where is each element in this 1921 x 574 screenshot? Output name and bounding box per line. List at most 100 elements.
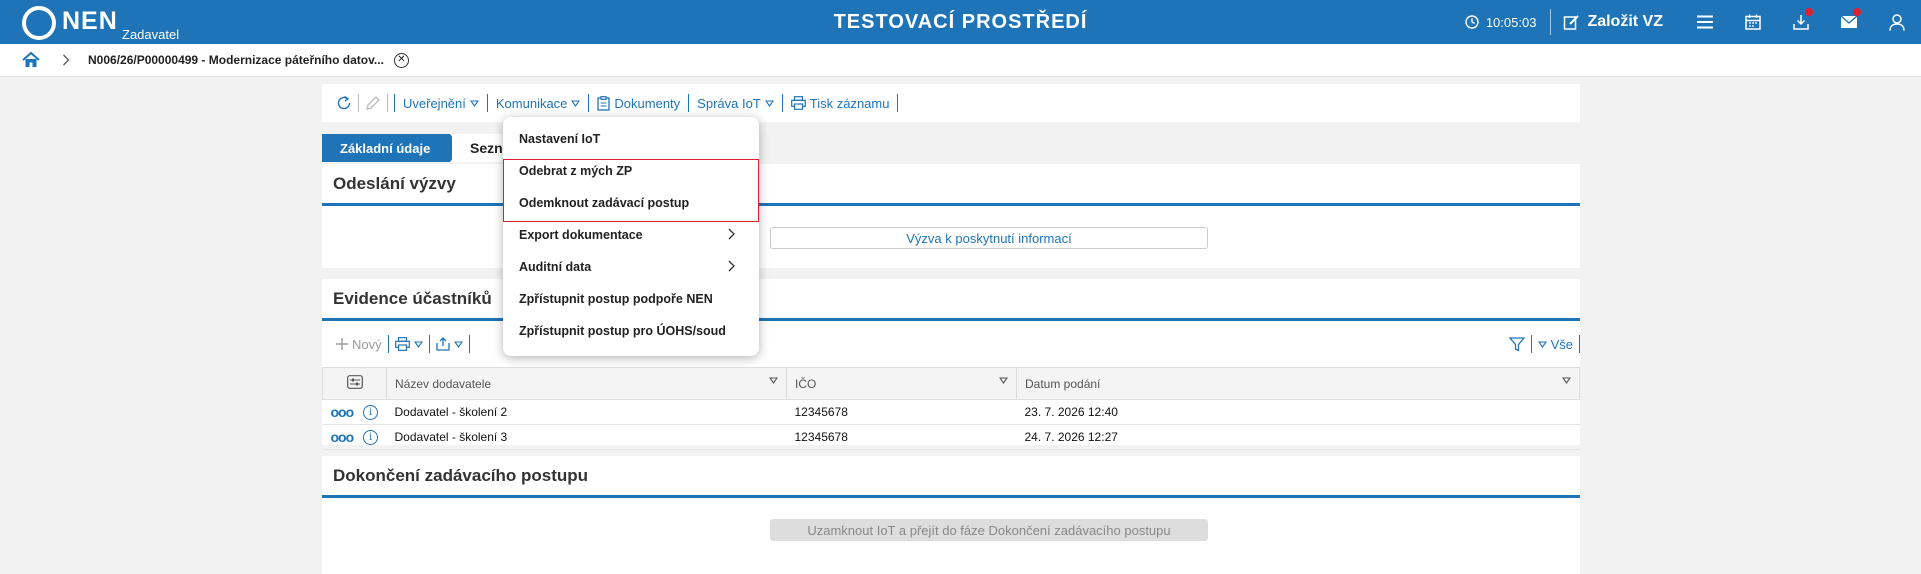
caret-down-icon xyxy=(571,99,581,107)
breadcrumb-current[interactable]: N006/26/P00000499 - Modernizace páteřníh… xyxy=(88,53,384,67)
tab-basic-info[interactable]: Základní údaje xyxy=(322,134,461,162)
messages-button[interactable] xyxy=(1825,0,1873,44)
logo-mark-icon xyxy=(22,6,56,40)
menu-item-remove-from-my-procedures[interactable]: Odebrat z mých ZP xyxy=(503,155,759,187)
row-actions: ooo i xyxy=(322,399,387,425)
header-actions: 10:05:03 Založit VZ xyxy=(1451,0,1921,44)
close-breadcrumb-button[interactable]: ✕ xyxy=(393,52,409,68)
calendar-button[interactable] xyxy=(1729,0,1777,44)
toolbar-divider xyxy=(897,94,899,112)
envelope-icon xyxy=(1840,15,1858,28)
create-tender-button[interactable]: Založit VZ xyxy=(1551,9,1681,35)
print-menu[interactable] xyxy=(389,337,429,351)
refresh-button[interactable] xyxy=(330,95,358,111)
filter-button[interactable] xyxy=(1503,336,1531,352)
participants-table: Název dodavatele IČO Datum podání ooo i … xyxy=(322,367,1580,450)
printer-icon xyxy=(790,96,806,110)
caret-down-icon xyxy=(1537,340,1547,348)
breadcrumb: N006/26/P00000499 - Modernizace páteřníh… xyxy=(0,44,1921,77)
filter-all-label: Vše xyxy=(1550,336,1573,352)
toolbar-divider xyxy=(387,94,388,112)
toolbar-item-label: Komunikace xyxy=(495,95,568,111)
request-information-button[interactable]: Výzva k poskytnutí informací xyxy=(770,227,1208,249)
caret-down-icon xyxy=(999,377,1008,384)
pencil-icon xyxy=(366,96,380,110)
close-icon: ✕ xyxy=(397,54,406,65)
participants-toolbar-right: Vše xyxy=(1503,327,1580,361)
column-header-submission-date[interactable]: Datum podání xyxy=(1016,367,1580,400)
caret-down-icon xyxy=(413,340,423,348)
toolbar-divider xyxy=(468,335,470,353)
menu-item-export-documentation[interactable]: Export dokumentace xyxy=(503,219,759,251)
logo-text: NEN xyxy=(62,7,118,35)
toolbar-print-record-button[interactable]: Tisk záznamu xyxy=(783,96,898,111)
chevron-right-icon xyxy=(728,260,735,272)
hamburger-icon xyxy=(1697,15,1713,29)
menu-item-label: Export dokumentace xyxy=(519,228,643,242)
cell-submission-date: 24. 7. 2026 12:27 xyxy=(1016,424,1580,450)
info-icon[interactable]: i xyxy=(363,429,379,445)
menu-item-share-with-uohs[interactable]: Zpřístupnit postup pro ÚOHS/soud xyxy=(503,315,759,347)
messages-notification-dot xyxy=(1853,8,1861,16)
column-settings-button[interactable] xyxy=(322,367,387,400)
refresh-icon xyxy=(337,95,351,110)
toolbar-documents-button[interactable]: Dokumenty xyxy=(589,96,688,111)
menu-item-unlock-procedure[interactable]: Odemknout zadávací postup xyxy=(503,187,759,219)
cell-supplier-name: Dodavatel - školení 2 xyxy=(386,399,787,425)
edit-icon xyxy=(1564,14,1580,30)
clock-time: 10:05:03 xyxy=(1485,14,1537,30)
downloads-notification-dot xyxy=(1805,8,1813,16)
top-bar: NEN Zadavatel TESTOVACÍ PROSTŘEDÍ 10:05:… xyxy=(0,0,1921,44)
caret-down-icon xyxy=(1562,377,1571,384)
cell-submission-date: 23. 7. 2026 12:40 xyxy=(1016,399,1580,425)
column-header-ico[interactable]: IČO xyxy=(786,367,1017,400)
nen-logo[interactable]: NEN Zadavatel xyxy=(22,4,179,42)
iot-management-dropdown: Nastavení IoT Odebrat z mých ZP Odemknou… xyxy=(503,117,759,356)
toolbar-communication-menu[interactable]: Komunikace xyxy=(488,96,589,111)
menu-item-share-with-support[interactable]: Zpřístupnit postup podpoře NEN xyxy=(503,283,759,315)
more-actions-icon[interactable]: ooo xyxy=(331,405,355,419)
toolbar-publication-menu[interactable]: Uveřejnění xyxy=(395,96,487,111)
downloads-button[interactable] xyxy=(1777,0,1825,44)
toolbar-item-label: Správa IoT xyxy=(697,95,761,111)
logo-subtitle: Zadavatel xyxy=(122,27,180,42)
column-header-supplier[interactable]: Název dodavatele xyxy=(386,367,787,400)
user-icon xyxy=(1889,13,1905,31)
edit-button[interactable] xyxy=(359,95,387,111)
more-actions-icon[interactable]: ooo xyxy=(331,430,355,444)
menu-item-audit-data[interactable]: Auditní data xyxy=(503,251,759,283)
caret-down-icon xyxy=(764,99,774,107)
lock-iot-finish-button[interactable]: Uzamknout IoT a přejít do fáze Dokončení… xyxy=(770,519,1208,541)
session-clock: 10:05:03 xyxy=(1451,9,1552,35)
table-row[interactable]: ooo i Dodavatel - školení 3 12345678 24.… xyxy=(322,424,1580,450)
toolbar-iot-management-menu[interactable]: Správa IoT xyxy=(689,96,782,111)
new-participant-button[interactable]: Nový xyxy=(330,337,388,352)
plus-icon xyxy=(336,338,348,350)
row-actions: ooo i xyxy=(322,424,387,450)
info-icon[interactable]: i xyxy=(363,404,379,420)
chevron-right-icon xyxy=(728,228,735,240)
export-menu[interactable] xyxy=(430,337,469,351)
chevron-right-icon xyxy=(62,54,70,66)
clock-icon xyxy=(1465,15,1479,29)
toolbar-divider xyxy=(1579,335,1580,353)
caret-down-icon xyxy=(469,99,479,107)
export-icon xyxy=(435,337,450,351)
menu-button[interactable] xyxy=(1681,0,1729,44)
filter-all-select[interactable]: Vše xyxy=(1532,337,1579,352)
table-header-row: Název dodavatele IČO Datum podání xyxy=(322,367,1580,400)
new-participant-label: Nový xyxy=(352,336,382,352)
home-icon xyxy=(22,52,40,67)
toolbar-item-label: Dokumenty xyxy=(614,95,681,111)
toolbar-item-label: Uveřejnění xyxy=(403,95,466,111)
menu-item-iot-settings[interactable]: Nastavení IoT xyxy=(503,123,759,155)
panel-finish-procedure: Dokončení zadávacího postupu Uzamknout I… xyxy=(322,456,1580,574)
sliders-icon xyxy=(346,375,363,389)
table-row[interactable]: ooo i Dodavatel - školení 2 12345678 23.… xyxy=(322,399,1580,425)
calendar-icon xyxy=(1745,14,1761,30)
user-button[interactable] xyxy=(1873,0,1921,44)
panel-title: Dokončení zadávacího postupu xyxy=(322,456,1580,498)
home-button[interactable] xyxy=(22,52,40,68)
filter-icon xyxy=(1508,336,1525,352)
menu-item-label: Auditní data xyxy=(519,260,592,274)
